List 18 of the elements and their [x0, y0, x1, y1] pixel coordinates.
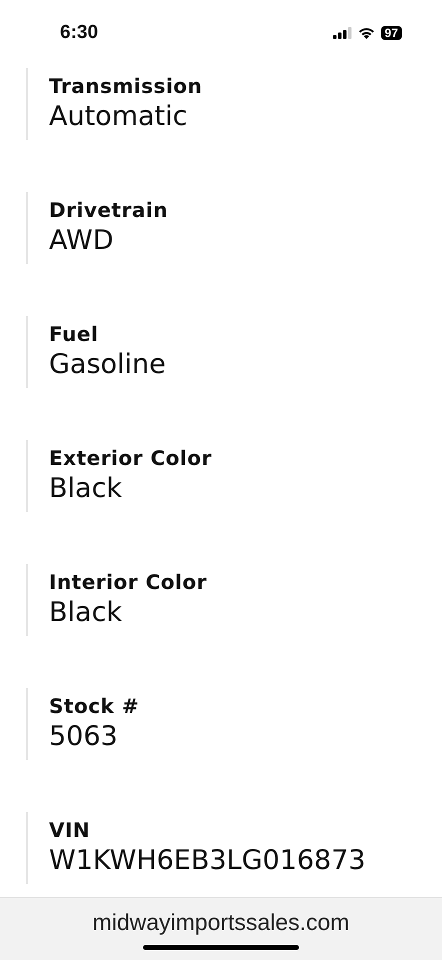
- signal-icon: [332, 27, 352, 39]
- spec-label: Transmission: [49, 73, 204, 99]
- spec-value: Gasoline: [49, 348, 167, 382]
- spec-label: VIN: [49, 817, 92, 843]
- spec-label: Exterior Color: [49, 445, 213, 471]
- spec-label: Fuel: [49, 321, 100, 347]
- spec-value: Black: [49, 472, 124, 506]
- status-time: 6:30: [60, 21, 98, 45]
- spec-value: AWD: [49, 224, 114, 258]
- battery-level: 97: [380, 26, 402, 40]
- spec-label: Stock #: [49, 693, 140, 719]
- spec-value: Automatic: [49, 100, 188, 134]
- spec-label: Interior Color: [49, 569, 208, 595]
- spec-value: 5063: [49, 720, 119, 754]
- spec-value: W1KWH6EB3LG016873: [49, 844, 367, 878]
- wifi-icon: [358, 27, 375, 39]
- spec-label: Drivetrain: [49, 197, 169, 223]
- spec-value: Black: [49, 596, 124, 630]
